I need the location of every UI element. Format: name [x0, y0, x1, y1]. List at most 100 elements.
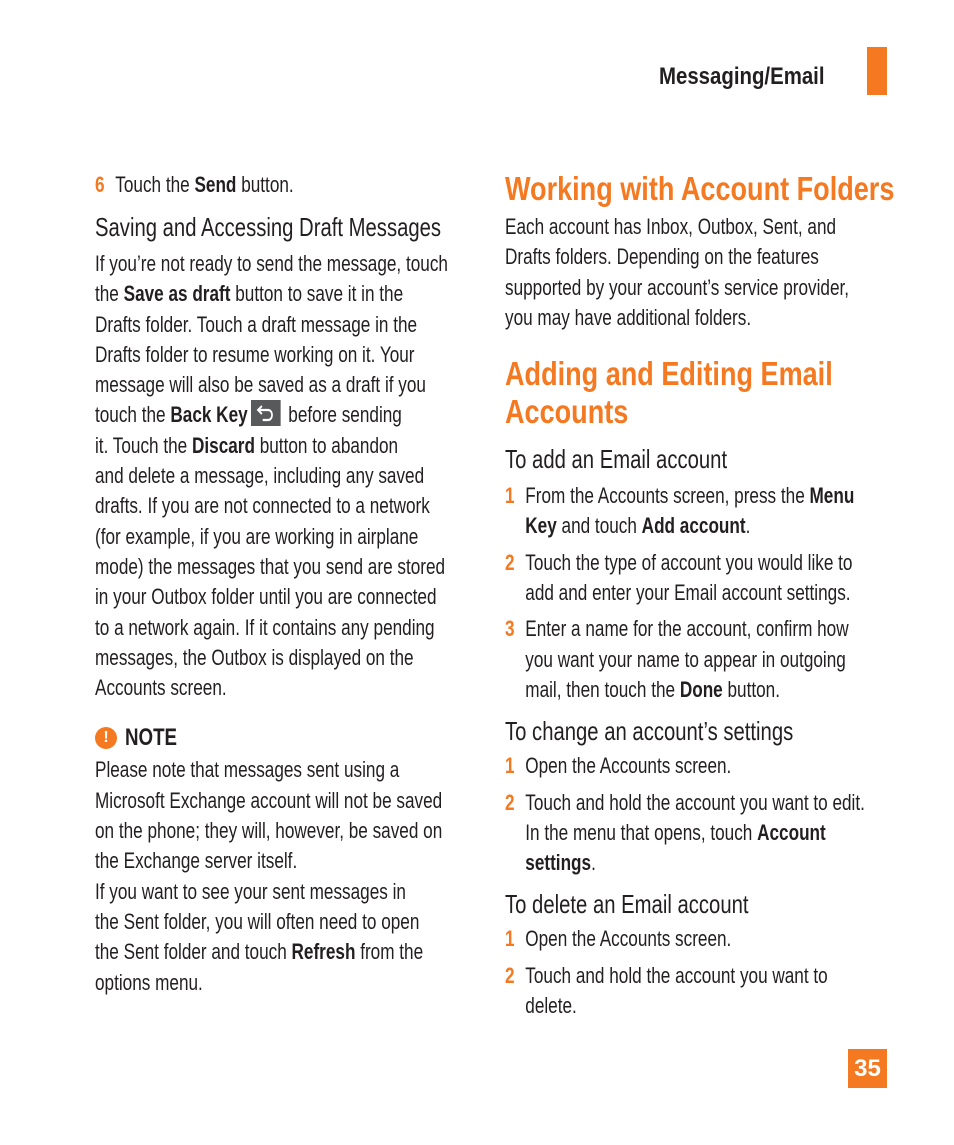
add-account-steps: 1 From the Accounts screen, press the Men… [505, 481, 900, 705]
text-line: drafts. If you are not connected to a ne… [95, 493, 430, 519]
subheading-add-account: To add an Email account [505, 444, 728, 475]
step-2-cont: add and enter your Email account setting… [525, 580, 851, 606]
step-6: 6 Touch the Send button. [95, 170, 391, 200]
step-2: 2 Touch and hold the account you want to [505, 961, 828, 991]
folders-paragraph: Each account has Inbox, Outbox, Sent, an… [505, 212, 900, 333]
step-1: 1 Open the Accounts screen. [505, 924, 813, 954]
text-line: touch the Back Key before sending [95, 400, 402, 430]
step-number: 6 [95, 172, 105, 197]
step-2: 2 Touch the type of account you would lik… [505, 548, 852, 578]
note-line: If you want to see your sent messages in [95, 878, 406, 904]
step-1: 1 Open the Accounts screen. [505, 751, 813, 781]
done-label: Done [679, 676, 723, 702]
text-line: Drafts folder. Touch a draft message in … [95, 311, 418, 337]
text: and touch [556, 513, 642, 539]
step-text: button. [236, 172, 294, 197]
discard-label: Discard [191, 432, 255, 458]
text: button to save it in the [230, 281, 404, 307]
step-2-cont: settings. [505, 848, 813, 878]
text: From the Accounts screen, press the [525, 483, 810, 509]
settings-label: settings [525, 850, 592, 876]
text: mail, then touch the [525, 676, 680, 702]
save-as-draft-label: Save as draft [123, 281, 231, 307]
note-line: options menu. [95, 969, 203, 995]
step-number: 1 [505, 926, 515, 952]
account-label: Account [757, 819, 826, 845]
step-2-cont: In the menu that opens, touch Account [505, 818, 825, 848]
step-number: 2 [505, 549, 515, 575]
step-3-cont: you want your name to appear in outgoing [525, 646, 846, 672]
step-text: Touch the [115, 172, 195, 197]
back-key-label: Back Key [170, 402, 248, 428]
text: button to abandon [254, 432, 399, 458]
step-number: 3 [505, 616, 515, 642]
step-1: 1 From the Accounts screen, press the Men… [505, 481, 854, 511]
heading-adding-editing: Adding and Editing Email Accounts [505, 355, 900, 431]
section-title: Messaging/Email [659, 63, 825, 90]
left-column: 6 Touch the Send button. Saving and Acces… [95, 170, 475, 998]
step-number: 1 [505, 483, 515, 509]
note-line: the Exchange server itself. [95, 848, 298, 874]
add-account-label: Add account [641, 513, 746, 539]
text: the Sent folder and touch [95, 939, 292, 965]
note-line: on the phone; they will, however, be sav… [95, 818, 443, 844]
back-key-icon [250, 400, 281, 427]
send-button-label: Send [194, 172, 237, 197]
note-line: the Sent folder and touch Refresh from t… [95, 937, 423, 967]
text: Open the Accounts screen. [525, 753, 732, 779]
drafts-paragraph: If you’re not ready to send the message,… [95, 249, 475, 703]
text: Touch and hold the account you want to e… [525, 789, 865, 815]
right-column: Working with Account Folders Each accoun… [505, 170, 900, 1021]
warning-icon: ! [95, 727, 117, 750]
text: Open the Accounts screen. [525, 926, 732, 952]
change-settings-steps: 1 Open the Accounts screen. 2 Touch and ho… [505, 751, 900, 878]
note-line: Microsoft Exchange account will not be s… [95, 787, 443, 813]
subheading-change-settings: To change an account’s settings [505, 716, 794, 747]
step-2-cont: delete. [525, 993, 577, 1019]
delete-account-steps: 1 Open the Accounts screen. 2 Touch and ho… [505, 924, 900, 1021]
note-line: the Sent folder, you will often need to … [95, 908, 420, 934]
text-line: If you’re not ready to send the message,… [95, 251, 448, 276]
refresh-label: Refresh [291, 939, 356, 965]
step-1-cont: Key and touch Add account. [505, 511, 813, 541]
step-2: 2 Touch and hold the account you want to … [505, 788, 865, 818]
text-line: you may have additional folders. [505, 304, 752, 330]
text: In the menu that opens, touch [525, 819, 758, 845]
heading-account-folders: Working with Account Folders [505, 170, 895, 207]
step-number: 2 [505, 789, 515, 815]
text: Touch and hold the account you want to [525, 962, 828, 988]
step-3-cont: mail, then touch the Done button. [505, 675, 813, 705]
text: from the [355, 939, 424, 965]
text: before sending [283, 402, 402, 428]
text-line: and delete a message, including any save… [95, 463, 425, 489]
text-line: Accounts screen. [95, 675, 227, 701]
step-number: 2 [505, 962, 515, 988]
heading-line: Accounts [505, 393, 629, 431]
text-line: message will also be saved as a draft if… [95, 372, 426, 398]
subheading-delete-account: To delete an Email account [505, 889, 749, 920]
text-line: mode) the messages that you send are sto… [95, 553, 446, 579]
text-line: (for example, if you are working in airp… [95, 523, 419, 549]
subheading-drafts: Saving and Accessing Draft Messages [95, 212, 442, 242]
text-line: to a network again. If it contains any p… [95, 614, 435, 640]
text: . [745, 513, 751, 539]
text-line: the Save as draft button to save it in t… [95, 279, 403, 309]
step-number: 1 [505, 753, 515, 779]
page-number: 35 [848, 1049, 887, 1088]
heading-line: Adding and Editing Email [505, 355, 833, 393]
section-tab-marker [867, 47, 887, 95]
note-title: NOTE [125, 724, 178, 752]
text-line: Drafts folder to resume working on it. Y… [95, 341, 415, 367]
step-3: 3 Enter a name for the account, confirm h… [505, 614, 849, 644]
text: button. [722, 676, 780, 702]
key-label: Key [525, 513, 557, 539]
menu-label: Menu [809, 483, 855, 509]
text-line: Drafts folders. Depending on the feature… [505, 244, 819, 270]
text-line: supported by your account’s service prov… [505, 274, 850, 300]
note-header: ! NOTE [95, 721, 475, 755]
text: touch the [95, 402, 171, 428]
text: Touch the type of account you would like… [525, 549, 853, 575]
note-line: Please note that messages sent using a [95, 757, 400, 783]
text-line: Each account has Inbox, Outbox, Sent, an… [505, 214, 837, 239]
text-line: messages, the Outbox is displayed on the [95, 644, 414, 670]
